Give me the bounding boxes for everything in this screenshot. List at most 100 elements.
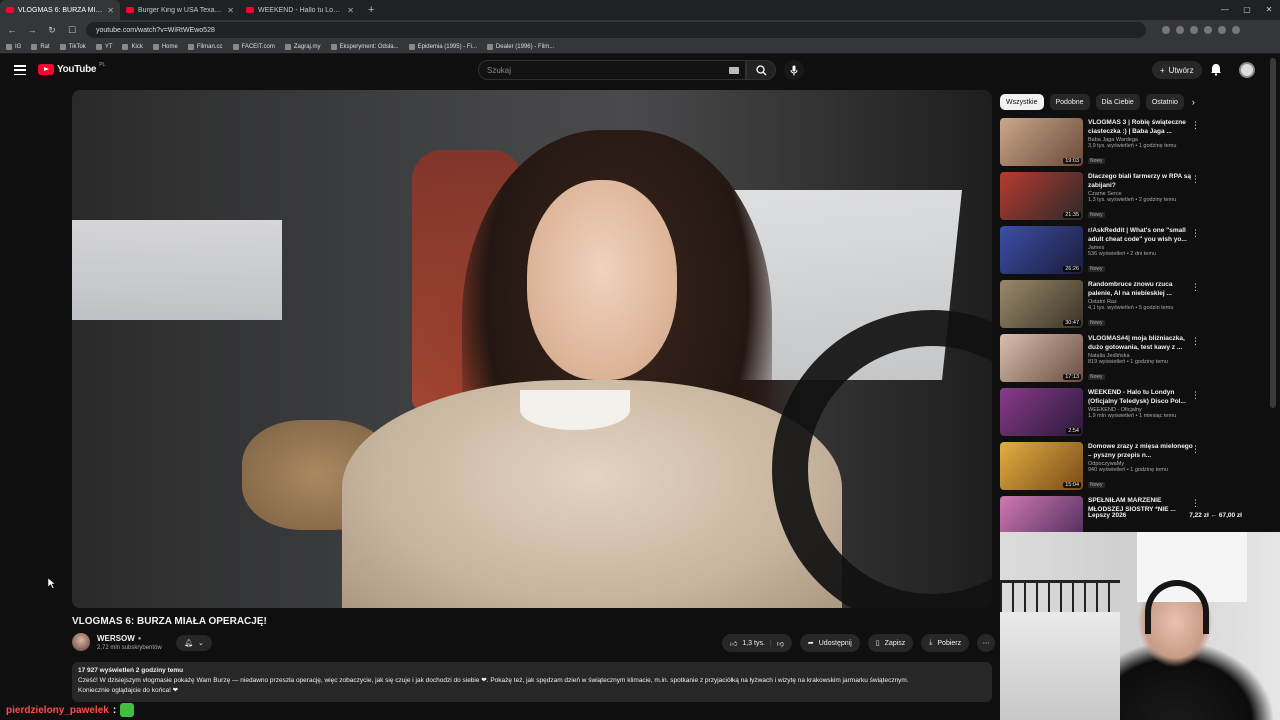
more-vertical-icon[interactable]: ⋮ <box>1191 228 1200 239</box>
recommendation-title[interactable]: VLOGMAS#4| moja bliźniaczka, dużo gotowa… <box>1088 334 1198 352</box>
video-thumbnail[interactable]: 26:26 <box>1000 226 1083 274</box>
close-window-icon[interactable]: ✕ <box>1258 0 1280 20</box>
account-avatar[interactable] <box>1239 62 1255 78</box>
chat-message: pierdzielony_pawelek : <box>0 700 135 720</box>
chip-for-you[interactable]: Dla Ciebie <box>1095 94 1140 110</box>
extension-icon[interactable] <box>1232 26 1240 34</box>
youtube-logo[interactable]: YouTube PL <box>38 62 105 75</box>
video-description[interactable]: 17 927 wyświetleń 2 godziny temu Cześć! … <box>72 662 992 702</box>
bookmark-item[interactable]: Zagraj.my <box>284 43 321 50</box>
extension-icon[interactable] <box>1190 26 1198 34</box>
video-thumbnail[interactable] <box>1000 496 1083 532</box>
more-vertical-icon[interactable]: ⋮ <box>1191 444 1200 455</box>
recommendation-item[interactable]: 2:54 WEEKEND - Halo tu Londyn (Oficjalny… <box>1000 388 1204 442</box>
new-badge: Nowy <box>1088 320 1105 326</box>
new-tab-icon[interactable]: + <box>360 4 382 16</box>
chip-related[interactable]: Podobne <box>1049 94 1090 110</box>
channel-avatar[interactable] <box>72 633 90 651</box>
video-player[interactable] <box>72 90 992 608</box>
voice-search-button[interactable] <box>784 60 804 80</box>
recommendation-title[interactable]: Dlaczego biali farmerzy w RPA są zabijan… <box>1088 172 1198 190</box>
recommendation-info: VLOGMAS#4| moja bliźniaczka, dużo gotowa… <box>1088 334 1198 388</box>
recommendation-item[interactable]: 26:26 r/AskReddit | What's one "small ad… <box>1000 226 1204 280</box>
more-actions-button[interactable]: ⋯ <box>977 634 996 652</box>
bookmark-item[interactable]: Kick <box>122 43 143 50</box>
close-tab-icon[interactable]: ✕ <box>347 6 354 15</box>
bookmark-item[interactable]: TikTok <box>59 43 86 50</box>
recommendation-item[interactable]: 17:13 VLOGMAS#4| moja bliźniaczka, dużo … <box>1000 334 1204 388</box>
more-vertical-icon[interactable]: ⋮ <box>1191 498 1200 509</box>
browser-tab[interactable]: WEEKEND - Hallo tu Londyn (Oficjaln ✕ <box>240 0 360 20</box>
share-button[interactable]: ➦ Udostępnij <box>799 634 860 652</box>
extension-icon[interactable] <box>1204 26 1212 34</box>
extension-icons <box>1162 26 1240 34</box>
bookmark-item[interactable]: Filman.cc <box>187 43 223 50</box>
bookmark-favicon-icon <box>95 43 102 50</box>
reload-icon[interactable]: ↻ <box>46 25 58 36</box>
download-icon: ⤓ <box>929 639 933 646</box>
extension-icon[interactable] <box>1162 26 1170 34</box>
bookmark-icon[interactable]: ☐ <box>66 25 78 36</box>
bookmark-item[interactable]: Home <box>152 43 178 50</box>
bookmark-item[interactable]: Dealer (1996) - Film... <box>486 43 554 50</box>
more-vertical-icon[interactable]: ⋮ <box>1191 174 1200 185</box>
menu-icon[interactable] <box>14 65 26 75</box>
recommendation-item[interactable]: 15:04 Domowe zrazy z mięsa mielonego – p… <box>1000 442 1204 496</box>
video-thumbnail[interactable]: 30:47 <box>1000 280 1083 328</box>
download-button[interactable]: ⤓ Pobierz <box>921 634 970 652</box>
keyboard-icon[interactable] <box>729 67 739 74</box>
bookmark-item[interactable]: IG <box>6 43 21 50</box>
more-vertical-icon[interactable]: ⋮ <box>1191 120 1200 131</box>
search-button[interactable] <box>746 60 776 80</box>
video-thumbnail[interactable]: 19:03 <box>1000 118 1083 166</box>
chevron-right-icon[interactable]: › <box>1190 94 1195 110</box>
recommendation-title[interactable]: VLOGMAS 3 | Robię świąteczne ciasteczka … <box>1088 118 1198 136</box>
save-button[interactable]: ▯ Zapisz <box>867 634 914 652</box>
extension-icon[interactable] <box>1218 26 1226 34</box>
bookmark-item[interactable]: Eksperyment: Odsła... <box>330 43 399 50</box>
maximize-icon[interactable]: ▢ <box>1236 0 1258 20</box>
video-actions: 👍︎ 1,3 tys. | 👎︎ ➦ Udostępnij ▯ Zapisz ⤓… <box>722 634 996 652</box>
video-thumbnail[interactable]: 21:35 <box>1000 172 1083 220</box>
emote-icon <box>120 703 135 717</box>
video-thumbnail[interactable]: 15:04 <box>1000 442 1083 490</box>
forward-icon[interactable]: → <box>26 25 38 35</box>
more-vertical-icon[interactable]: ⋮ <box>1191 390 1200 401</box>
url-input[interactable]: youtube.com/watch?v=WiRtWEwo528 <box>86 22 1146 38</box>
create-button[interactable]: + Utwórz <box>1152 61 1202 79</box>
recommendation-title[interactable]: r/AskReddit | What's one "small adult ch… <box>1088 226 1198 244</box>
extension-icon[interactable] <box>1176 26 1184 34</box>
notifications-bell-icon[interactable] <box>1210 63 1222 76</box>
recommendation-item[interactable]: 19:03 VLOGMAS 3 | Robię świąteczne ciast… <box>1000 118 1204 172</box>
browser-tab[interactable]: VLOGMAS 6: BURZA MIAŁA O ✕ <box>0 0 120 20</box>
recommendation-item[interactable]: 21:35 Dlaczego biali farmerzy w RPA są z… <box>1000 172 1204 226</box>
subscription-bell-button[interactable]: 🔔︎ ⌄ <box>176 635 212 651</box>
recommendation-meta: 1,3 tys. wyświetleń • 2 godziny temu <box>1088 197 1177 203</box>
bookmark-item[interactable]: FACEIT.com <box>232 43 275 50</box>
bookmark-item[interactable]: YT <box>95 43 112 50</box>
video-thumbnail[interactable]: 2:54 <box>1000 388 1083 436</box>
more-vertical-icon[interactable]: ⋮ <box>1191 282 1200 293</box>
more-vertical-icon[interactable]: ⋮ <box>1191 336 1200 347</box>
back-icon[interactable]: ← <box>6 25 18 35</box>
recommendation-meta: 1,9 mln wyświetleń • 1 miesiąc temu <box>1088 413 1177 419</box>
overlay-event-label: Lepszy 2026 <box>1088 512 1127 519</box>
like-button[interactable]: 👍︎ 1,3 tys. | 👎︎ <box>722 634 792 652</box>
video-thumbnail[interactable]: 17:13 <box>1000 334 1083 382</box>
minimize-icon[interactable]: — <box>1214 0 1236 20</box>
recommendation-item[interactable]: 30:47 Randombruce znowu rzuca palenie, A… <box>1000 280 1204 334</box>
search-input[interactable]: Szukaj <box>478 60 746 80</box>
bookmark-item[interactable]: Epidemia (1995) - Fi... <box>408 43 477 50</box>
recommendation-title[interactable]: Randombruce znowu rzuca palenie, Al na n… <box>1088 280 1198 298</box>
close-tab-icon[interactable]: ✕ <box>107 6 114 15</box>
chip-all[interactable]: Wszystkie <box>1000 94 1044 110</box>
recommendation-title[interactable]: WEEKEND - Halo tu Londyn (Oficjalny Tele… <box>1088 388 1198 406</box>
channel-name[interactable]: WERSOW ● <box>97 634 141 643</box>
thumbs-down-icon[interactable]: 👎︎ <box>777 639 784 648</box>
bookmark-item[interactable]: Rat <box>31 43 50 50</box>
browser-tab[interactable]: Burger King w USA Texas 89 - YouTube ✕ <box>120 0 240 20</box>
recommendation-title[interactable]: Domowe zrazy z mięsa mielonego – pyszny … <box>1088 442 1198 460</box>
close-tab-icon[interactable]: ✕ <box>227 6 234 15</box>
page-scrollbar[interactable] <box>1270 58 1276 408</box>
chip-recent[interactable]: Ostatnio <box>1145 94 1184 110</box>
